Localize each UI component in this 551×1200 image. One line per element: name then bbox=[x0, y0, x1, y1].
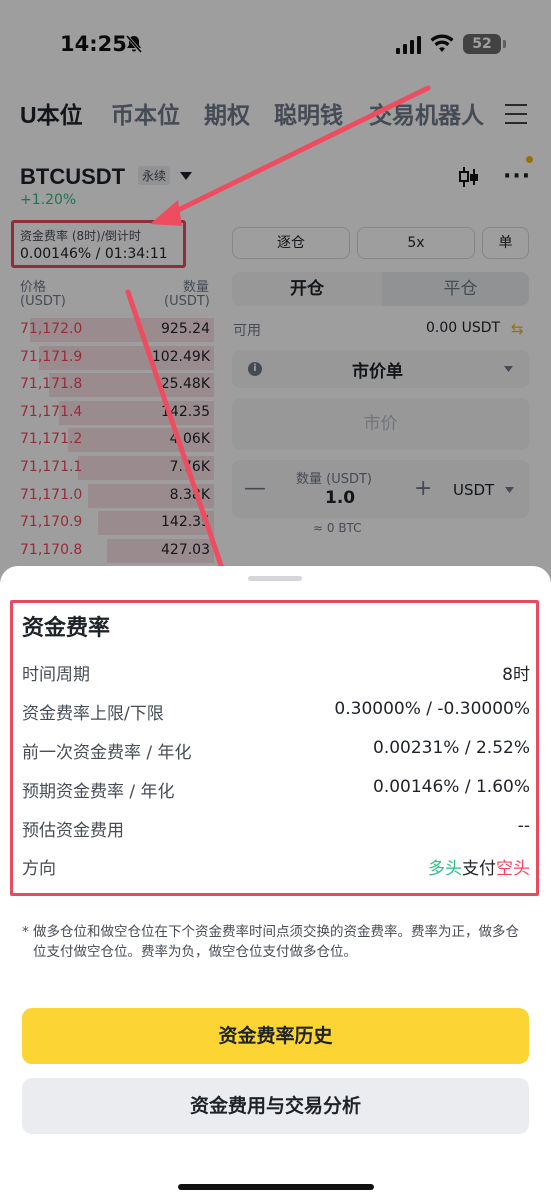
info-row-direction: 方向 多头支付空头 bbox=[22, 854, 530, 880]
funding-fee-analysis-button[interactable]: 资金费用与交易分析 bbox=[22, 1078, 529, 1134]
info-value: 0.00146% / 1.60% bbox=[373, 777, 530, 797]
info-row-estimated-fee: 预估资金费用 -- bbox=[22, 816, 530, 842]
info-value: -- bbox=[517, 816, 530, 836]
footnote-star: * bbox=[22, 924, 29, 940]
info-value: 0.00231% / 2.52% bbox=[373, 738, 530, 758]
info-label: 时间周期 bbox=[22, 665, 90, 685]
info-label: 预期资金费率 / 年化 bbox=[22, 782, 175, 802]
info-value: 0.30000% / -0.30000% bbox=[334, 699, 530, 719]
info-value: 8时 bbox=[502, 665, 530, 685]
info-label: 方向 bbox=[22, 859, 56, 879]
sheet-drag-handle[interactable] bbox=[248, 576, 302, 581]
info-row-cap-floor: 资金费率上限/下限 0.30000% / -0.30000% bbox=[22, 699, 530, 725]
funding-rate-history-button[interactable]: 资金费率历史 bbox=[22, 1008, 529, 1064]
footnote-text: 做多仓位和做空仓位在下个资金费率时间点须交换的资金费率。费率为正，做多仓位支付做… bbox=[33, 924, 519, 960]
funding-rate-sheet: 资金费率 时间周期 8时 资金费率上限/下限 0.30000% / -0.300… bbox=[0, 566, 551, 1200]
info-label: 资金费率上限/下限 bbox=[22, 704, 164, 724]
short-label: 空头 bbox=[496, 859, 530, 879]
funding-footnote: * 做多仓位和做空仓位在下个资金费率时间点须交换的资金费率。费率为正，做多仓位支… bbox=[22, 922, 532, 962]
home-indicator bbox=[178, 1184, 374, 1190]
info-row-predicted-rate: 预期资金费率 / 年化 0.00146% / 1.60% bbox=[22, 777, 530, 803]
info-row-previous-rate: 前一次资金费率 / 年化 0.00231% / 2.52% bbox=[22, 738, 530, 764]
pay-label: 支付 bbox=[462, 859, 496, 879]
info-label: 预估资金费用 bbox=[22, 821, 124, 841]
direction-value: 多头支付空头 bbox=[428, 854, 530, 879]
sheet-title: 资金费率 bbox=[22, 616, 111, 641]
info-label: 前一次资金费率 / 年化 bbox=[22, 743, 192, 763]
info-row-period: 时间周期 8时 bbox=[22, 660, 530, 686]
long-label: 多头 bbox=[428, 859, 462, 879]
